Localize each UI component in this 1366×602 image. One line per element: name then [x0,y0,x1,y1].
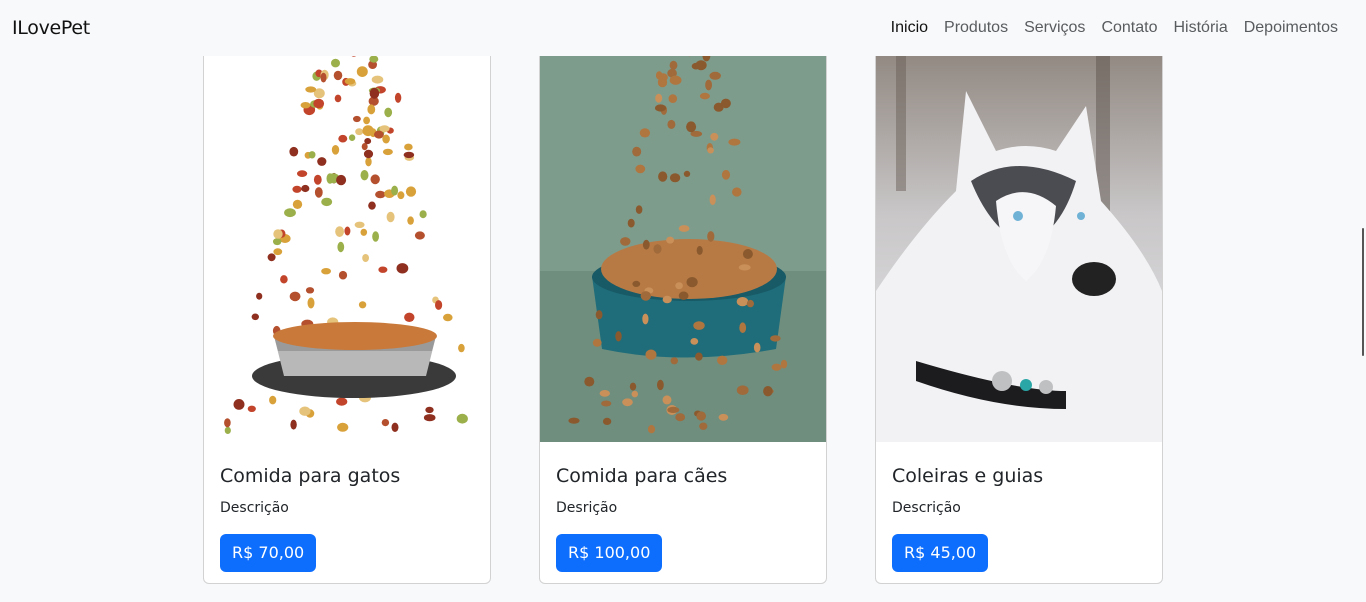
product-image-cat-food [204,31,490,442]
nav-item-contato[interactable]: Contato [1093,11,1165,45]
product-card: Coleiras e guias Descrição R$ 45,00 [875,30,1163,584]
nav-item-depoimentos[interactable]: Depoimentos [1236,11,1346,45]
product-image-dog-food [540,31,826,442]
product-card: Comida para cães Desrição R$ 100,00 [539,30,827,584]
price-button[interactable]: R$ 100,00 [556,534,663,572]
product-card: Comida para gatos Descrição R$ 70,00 [203,30,491,584]
product-description: Descrição [892,500,961,516]
navbar: ILovePet Inicio Produtos Serviços Contat… [0,0,1366,56]
product-title: Comida para gatos [220,465,401,487]
product-description: Descrição [220,500,289,516]
scrollbar-thumb[interactable] [1362,228,1364,356]
nav-item-inicio[interactable]: Inicio [883,11,936,45]
product-cards: Comida para gatos Descrição R$ 70,00 Com… [0,0,1366,602]
price-button[interactable]: R$ 70,00 [220,534,317,572]
nav-item-produtos[interactable]: Produtos [936,11,1016,45]
nav-item-servicos[interactable]: Serviços [1016,11,1093,45]
product-image-husky [876,31,1162,442]
price-button[interactable]: R$ 45,00 [892,534,989,572]
nav-item-historia[interactable]: História [1165,11,1235,45]
product-title: Comida para cães [556,465,728,487]
product-description: Desrição [556,500,618,516]
product-title: Coleiras e guias [892,465,1044,487]
nav-menu: Inicio Produtos Serviços Contato Históri… [883,11,1346,45]
brand-logo[interactable]: ILovePet [12,17,90,39]
